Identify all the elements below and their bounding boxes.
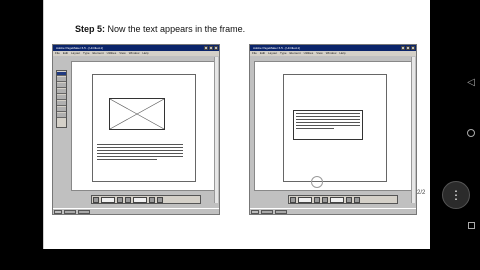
text-line	[296, 113, 360, 114]
palette-button-icon	[117, 197, 123, 203]
ellipse-tool-icon	[57, 107, 66, 112]
text-line	[296, 125, 360, 126]
maximize-icon	[406, 46, 410, 50]
text-line	[97, 144, 183, 145]
taskbar-item	[78, 210, 90, 214]
start-button-icon	[251, 210, 259, 214]
rotate-tool-icon	[57, 89, 66, 94]
text-block	[97, 144, 183, 162]
vertical-scrollbar	[214, 57, 218, 203]
palette-button-icon	[322, 197, 328, 203]
palette-field	[330, 197, 344, 203]
vertical-scrollbar	[411, 57, 415, 203]
taskbar-item	[261, 210, 273, 214]
menu-bar: File Edit Layout Type Element Utilities …	[250, 51, 416, 56]
menu-element: Element	[289, 51, 301, 55]
step-caption: Now the text appears in the frame.	[107, 24, 246, 34]
placeholder-x-icon	[110, 99, 164, 129]
window-controls	[401, 46, 415, 50]
menu-utilities: Utilities	[303, 51, 314, 55]
palette-button-icon	[157, 197, 163, 203]
text-line	[97, 159, 158, 160]
palette-button-icon	[314, 197, 320, 203]
control-palette	[91, 195, 201, 204]
palette-button-icon	[346, 197, 352, 203]
text-line	[296, 116, 360, 117]
toolbox-palette	[56, 70, 67, 128]
recent-square-icon	[467, 222, 475, 229]
text-line	[97, 156, 183, 157]
back-button[interactable]: ◁	[462, 74, 480, 92]
text-tool-icon	[57, 83, 66, 88]
text-line	[296, 119, 360, 120]
frame-tool-icon	[57, 113, 66, 118]
menu-file: File	[55, 51, 60, 55]
taskbar-item	[275, 210, 287, 214]
screenshot-right: Adobe PageMaker 6.5 - [Untitled-1] File …	[249, 44, 417, 215]
recent-apps-button[interactable]	[462, 218, 480, 236]
menu-view: View	[119, 51, 126, 55]
maximize-icon	[209, 46, 213, 50]
menu-view: View	[316, 51, 323, 55]
more-options-icon: ⋮	[450, 188, 462, 202]
line-tool-icon	[57, 95, 66, 100]
palette-field	[133, 197, 147, 203]
palette-field	[101, 197, 115, 203]
menu-window: Window	[128, 51, 140, 55]
window-controls	[204, 46, 218, 50]
layout-canvas	[254, 61, 414, 191]
menu-edit: Edit	[259, 51, 266, 55]
palette-button-icon	[290, 197, 296, 203]
menu-bar: File Edit Layout Type Element Utilities …	[53, 51, 219, 56]
palette-button-icon	[125, 197, 131, 203]
filled-text-frame	[293, 110, 363, 140]
menu-file: File	[252, 51, 257, 55]
menu-element: Element	[92, 51, 104, 55]
text-line	[296, 122, 360, 123]
menu-type: Type	[83, 51, 90, 55]
page-edge	[43, 0, 44, 249]
home-button[interactable]	[462, 126, 480, 144]
system-navigation: ◁	[462, 0, 480, 270]
menu-layout: Layout	[71, 51, 81, 55]
control-palette	[288, 195, 398, 204]
step-number: Step 5:	[75, 24, 106, 34]
windows-taskbar	[250, 208, 416, 214]
palette-button-icon	[93, 197, 99, 203]
menu-type: Type	[280, 51, 287, 55]
menu-window: Window	[325, 51, 337, 55]
page-indicator: 2/2	[417, 190, 426, 196]
minimize-icon	[204, 46, 208, 50]
empty-frame	[109, 98, 165, 130]
palette-button-icon	[149, 197, 155, 203]
close-icon	[214, 46, 218, 50]
text-line	[296, 128, 335, 129]
back-triangle-icon: ◁	[467, 77, 475, 88]
menu-help: Help	[339, 51, 346, 55]
palette-field	[298, 197, 312, 203]
text-line	[97, 153, 183, 154]
toolbox-title	[57, 72, 66, 76]
taskbar-item	[64, 210, 76, 214]
menu-utilities: Utilities	[106, 51, 117, 55]
viewer-background: Step 5: Now the text appears in the fram…	[0, 0, 480, 270]
start-button-icon	[54, 210, 62, 214]
screenshot-left: Adobe PageMaker 6.5 - [Untitled-1] File …	[52, 44, 220, 215]
rectangle-tool-icon	[57, 101, 66, 106]
menu-help: Help	[142, 51, 149, 55]
text-line	[97, 150, 183, 151]
home-circle-icon	[467, 129, 475, 137]
step-heading: Step 5: Now the text appears in the fram…	[75, 24, 245, 34]
touch-indicator-icon	[311, 176, 323, 188]
minimize-icon	[401, 46, 405, 50]
pointer-tool-icon	[57, 77, 66, 82]
text-line	[97, 147, 183, 148]
menu-layout: Layout	[268, 51, 278, 55]
windows-taskbar	[53, 208, 219, 214]
close-icon	[411, 46, 415, 50]
palette-button-icon	[354, 197, 360, 203]
layout-canvas	[71, 61, 217, 191]
menu-edit: Edit	[62, 51, 69, 55]
